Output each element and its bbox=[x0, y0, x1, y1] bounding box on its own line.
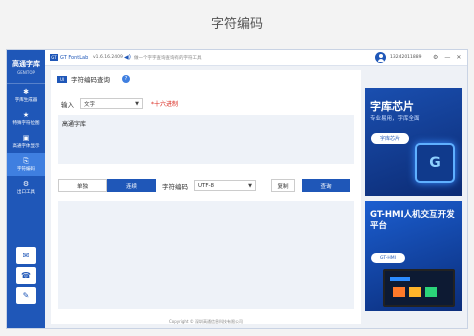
chevron-down-icon: ▼ bbox=[135, 100, 139, 107]
sidebar-item-tools[interactable]: ⚙ 出口工具 bbox=[7, 176, 45, 199]
chat-button[interactable]: ✉ bbox=[16, 247, 36, 264]
encoding-label: 字符编码 bbox=[162, 182, 188, 191]
input-textarea[interactable]: 高通字库 bbox=[58, 115, 354, 164]
app-window: 高通字库 GENITOP ✱ 字库生成器 ★ 特殊字符位图 ▣ 高通字体显示 ⎘… bbox=[6, 49, 468, 329]
sidebar-item-label: 高通字体显示 bbox=[12, 144, 40, 149]
logo-text: 高通字库 bbox=[12, 59, 40, 68]
ad1-subtitle: 专业易用，字库全面 bbox=[370, 116, 420, 122]
notice: ◀) 做一个字字查询查询有的字符工具 bbox=[124, 54, 201, 61]
font-generator-icon: ✱ bbox=[23, 87, 29, 96]
tool-badge: UI bbox=[57, 75, 67, 83]
avatar-icon bbox=[375, 52, 386, 63]
sidebar-item-font-generator[interactable]: ✱ 字库生成器 bbox=[7, 84, 45, 107]
ad2-title: GT-HMI人机交互开发平台 bbox=[370, 210, 455, 231]
notice-text: 做一个字字查询查询有的字符工具 bbox=[133, 55, 202, 61]
output-area[interactable] bbox=[58, 201, 354, 309]
help-icon[interactable]: ? bbox=[122, 75, 130, 83]
chip-icon: G bbox=[415, 143, 455, 183]
sidebar: 高通字库 GENITOP ✱ 字库生成器 ★ 特殊字符位图 ▣ 高通字体显示 ⎘… bbox=[7, 50, 45, 328]
phone-icon: ☎ bbox=[21, 271, 31, 280]
logo-sub: GENITOP bbox=[17, 69, 35, 75]
page-title: 字符编码 bbox=[210, 16, 263, 32]
ad1-button[interactable]: 字库芯片 bbox=[371, 133, 409, 144]
minimize-icon[interactable]: — bbox=[444, 54, 450, 61]
display-icon: ▣ bbox=[22, 133, 30, 142]
user-account[interactable]: 13242011889 bbox=[375, 52, 422, 63]
mail-button[interactable]: ✎ bbox=[16, 287, 36, 304]
tool-header: UI 字符编码查询 ? bbox=[57, 74, 130, 84]
encoding-icon: ⎘ bbox=[23, 156, 29, 165]
input-type-select[interactable]: 文字 ▼ bbox=[80, 98, 143, 109]
star-icon: ★ bbox=[22, 110, 30, 119]
copy-button[interactable]: 复制 bbox=[271, 179, 295, 192]
sidebar-item-char-encoding[interactable]: ⎘ 字符编码 bbox=[7, 153, 45, 176]
main-panel: UI 字符编码查询 ? 输入 文字 ▼ *十六进制 高通字库 单独 连续 字符编… bbox=[51, 70, 361, 324]
tab-continuous[interactable]: 连续 bbox=[107, 179, 156, 192]
tab-single[interactable]: 单独 bbox=[58, 179, 107, 192]
ad1-title: 字库芯片 bbox=[370, 100, 414, 113]
close-icon[interactable]: ✕ bbox=[456, 54, 461, 61]
action-row: 单独 连续 字符编码 UTF-8 ▼ 复制 查询 bbox=[58, 179, 354, 192]
ad-gt-hmi[interactable]: GT-HMI人机交互开发平台 GT-HMI bbox=[365, 201, 462, 311]
hex-label: *十六进制 bbox=[151, 101, 179, 108]
settings-icon[interactable]: ⚙ bbox=[433, 54, 438, 61]
input-row: 输入 文字 ▼ *十六进制 bbox=[61, 98, 178, 109]
sidebar-bottom-buttons: ✉ ☎ ✎ bbox=[16, 247, 36, 307]
encoding-value: UTF-8 bbox=[198, 182, 215, 189]
query-button[interactable]: 查询 bbox=[302, 179, 350, 192]
tool-title: 字符编码查询 bbox=[71, 76, 110, 84]
window-controls: ⚙ — ✕ bbox=[433, 54, 461, 61]
sidebar-item-label: 字库生成器 bbox=[14, 98, 38, 103]
ad2-button[interactable]: GT-HMI bbox=[371, 253, 405, 263]
sidebar-item-label: 字符编码 bbox=[17, 167, 35, 172]
copyright: Copyright © 深圳高通信息科技有限公司 bbox=[168, 319, 244, 324]
phone-button[interactable]: ☎ bbox=[16, 267, 36, 284]
mail-icon: ✎ bbox=[22, 291, 30, 300]
device-screen-icon bbox=[383, 269, 455, 307]
user-name: 13242011889 bbox=[390, 55, 422, 60]
brand: GT GT FontLab bbox=[50, 54, 88, 61]
sidebar-item-label: 出口工具 bbox=[17, 190, 35, 195]
speaker-icon: ◀) bbox=[124, 54, 131, 61]
input-type-value: 文字 bbox=[84, 101, 96, 108]
logo: 高通字库 GENITOP bbox=[7, 50, 45, 84]
tools-icon: ⚙ bbox=[22, 179, 30, 188]
chevron-down-icon: ▼ bbox=[248, 182, 252, 189]
sidebar-item-font-display[interactable]: ▣ 高通字体显示 bbox=[7, 130, 45, 153]
brand-name: GT FontLab bbox=[60, 54, 89, 61]
brand-logo-icon: GT bbox=[50, 54, 58, 61]
top-bar: GT GT FontLab v1.6.16.2409 ◀) 做一个字字查询查询有… bbox=[45, 50, 467, 66]
version: v1.6.16.2409 bbox=[93, 55, 123, 60]
chat-icon: ✉ bbox=[22, 251, 30, 260]
encoding-select[interactable]: UTF-8 ▼ bbox=[194, 180, 256, 191]
sidebar-item-special-chars[interactable]: ★ 特殊字符位图 bbox=[7, 107, 45, 130]
ad-font-chip[interactable]: 字库芯片 专业易用，字库全面 字库芯片 G bbox=[365, 88, 462, 196]
input-label: 输入 bbox=[61, 100, 74, 109]
sidebar-item-label: 特殊字符位图 bbox=[12, 121, 40, 126]
